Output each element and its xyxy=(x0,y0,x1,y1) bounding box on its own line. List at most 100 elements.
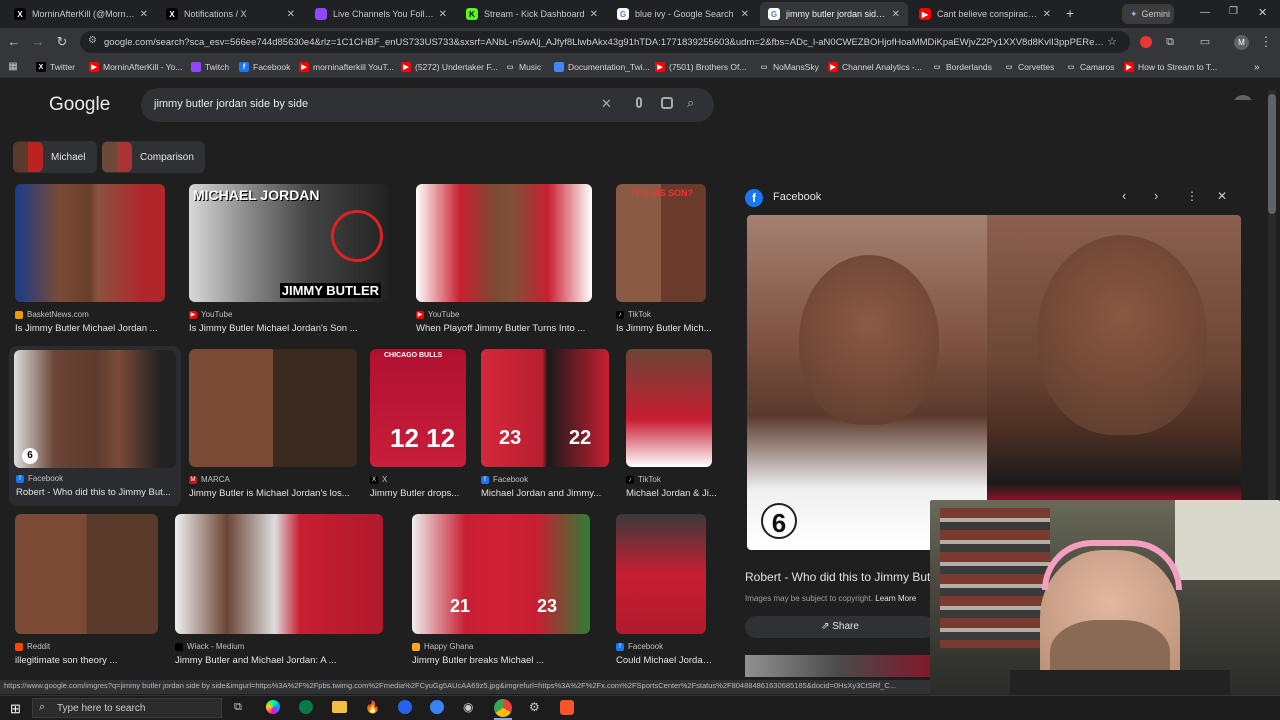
app-blue-icon[interactable] xyxy=(430,700,444,714)
bookmark-camaros[interactable]: ▭ Camaros xyxy=(1066,60,1115,74)
bookmark-morninafterkill-youtube[interactable]: ▶ morninafterkill YouT... xyxy=(299,60,394,74)
bookmark-star-icon[interactable]: ☆ xyxy=(1104,34,1120,50)
search-query[interactable]: jimmy butler jordan side by side xyxy=(154,98,308,110)
result-caption[interactable]: Michael Jordan and Jimmy... xyxy=(481,488,611,499)
close-tab-icon[interactable]: ✕ xyxy=(140,9,148,20)
tab-conspiracy[interactable]: ▶Cant believe conspiracy Bill h✕ xyxy=(911,2,1059,26)
extensions-icon[interactable]: ⧉ xyxy=(1162,34,1178,50)
image-result[interactable]: ▶ YouTube When Playoff Jimmy Butler Turns… xyxy=(416,184,596,334)
result-thumbnail[interactable]: CHICAGO BULLS 12 12 xyxy=(370,349,466,467)
more-options-icon[interactable]: ⋮ xyxy=(1186,189,1198,203)
image-result[interactable]: BasketNews.com Is Jimmy Butler Michael J… xyxy=(15,184,165,334)
result-thumbnail[interactable] xyxy=(175,514,383,634)
apps-icon[interactable]: ▦ xyxy=(5,59,21,75)
image-result[interactable]: f Facebook Could Michael Jordan ... xyxy=(616,514,716,666)
image-result[interactable]: Reddit illegitimate son theory ... xyxy=(15,514,165,666)
image-result[interactable]: 23 22 f Facebook Michael Jordan and Jimmy… xyxy=(481,349,611,499)
lens-icon[interactable] xyxy=(661,97,673,109)
google-logo[interactable]: Google xyxy=(49,94,110,116)
task-view-icon[interactable]: ⧉ xyxy=(234,701,242,714)
back-icon[interactable]: ← xyxy=(6,34,22,50)
result-thumbnail[interactable] xyxy=(15,184,165,302)
result-thumbnail[interactable]: 23 22 xyxy=(481,349,609,467)
close-tab-icon[interactable]: ✕ xyxy=(1043,9,1051,20)
app-flame-icon[interactable]: 🔥 xyxy=(365,700,380,714)
image-result[interactable]: ♪ TikTok Michael Jordan & Ji... xyxy=(626,349,718,499)
close-tab-icon[interactable]: ✕ xyxy=(439,9,447,20)
result-caption[interactable]: Jimmy Butler drops... xyxy=(370,488,470,499)
tab-kick[interactable]: K Stream - Kick Dashboard ✕ xyxy=(458,2,606,26)
result-thumbnail[interactable]: 6 xyxy=(14,350,176,468)
lens-search-icon[interactable]: ⊙ xyxy=(751,525,762,541)
forward-icon[interactable]: → xyxy=(30,34,46,50)
close-tab-icon[interactable]: ✕ xyxy=(741,9,749,20)
site-info-icon[interactable]: ⚙ xyxy=(88,35,97,46)
image-result[interactable]: Wiack - Medium Jimmy Butler and Michael … xyxy=(175,514,385,666)
result-caption[interactable]: Robert - Who did this to Jimmy But... xyxy=(16,487,178,498)
close-window-button[interactable]: ✕ xyxy=(1258,6,1267,19)
bookmarks-overflow-icon[interactable]: » xyxy=(1254,60,1260,74)
new-tab-button[interactable]: + xyxy=(1066,5,1074,21)
result-thumbnail[interactable] xyxy=(15,514,158,634)
next-image-icon[interactable]: › xyxy=(1154,188,1158,203)
tab-notifications[interactable]: X Notifications / X ✕ xyxy=(158,2,303,26)
panel-source-link[interactable]: Facebook xyxy=(773,191,821,203)
file-explorer-icon[interactable] xyxy=(332,701,347,713)
bookmark-facebook[interactable]: f Facebook xyxy=(239,60,290,74)
image-result[interactable]: M MARCA Jimmy Butler is Michael Jordan's … xyxy=(189,349,359,499)
bookmark-twitter[interactable]: X Twitter xyxy=(36,60,75,74)
result-caption[interactable]: Jimmy Butler and Michael Jordan: A ... xyxy=(175,655,385,666)
result-caption[interactable]: When Playoff Jimmy Butler Turns Into ... xyxy=(416,323,596,334)
panel-title[interactable]: Robert - Who did this to Jimmy Butl xyxy=(745,570,935,584)
taskbar-search-box[interactable]: ⌕ Type here to search xyxy=(32,698,222,718)
settings-icon[interactable]: ⚙ xyxy=(529,700,540,714)
bookmark-borderlands[interactable]: ▭ Borderlands xyxy=(932,60,992,74)
chrome-icon[interactable] xyxy=(494,699,512,717)
close-panel-icon[interactable]: ✕ xyxy=(1217,189,1227,203)
address-bar[interactable]: ⚙ google.com/search?sca_esv=566ee744d856… xyxy=(80,31,1130,53)
bookmark-how-to-stream[interactable]: ▶ How to Stream to T... xyxy=(1124,60,1217,74)
gemini-button[interactable]: ✦ Gemini xyxy=(1122,4,1174,24)
result-caption[interactable]: Jimmy Butler is Michael Jordan's los... xyxy=(189,488,359,499)
menu-icon[interactable]: ⋮ xyxy=(1258,34,1274,50)
sidepanel-icon[interactable]: ▭ xyxy=(1197,34,1213,50)
result-thumbnail[interactable] xyxy=(416,184,592,302)
clear-search-icon[interactable]: ✕ xyxy=(601,96,612,112)
windows-start-icon[interactable]: ⊞ xyxy=(10,701,21,717)
result-thumbnail[interactable] xyxy=(616,514,706,634)
bookmark-undertaker[interactable]: ▶ (5272) Undertaker F... xyxy=(401,60,498,74)
image-result[interactable]: 21 23 Happy Ghana Jimmy Butler breaks Mi… xyxy=(412,514,592,666)
reload-icon[interactable]: ↻ xyxy=(54,34,70,50)
xbox-icon[interactable] xyxy=(299,700,313,714)
bookmark-channel-analytics[interactable]: ▶ Channel Analytics -... xyxy=(828,60,922,74)
bookmark-morninafterkill-yt[interactable]: ▶ MorninAfterKill - Yo... xyxy=(89,60,182,74)
brave-icon[interactable] xyxy=(560,700,574,715)
bookmark-nomanssky[interactable]: ▭ NoMansSky xyxy=(759,60,819,74)
learn-more-link[interactable]: Learn More xyxy=(875,594,916,603)
close-tab-icon[interactable]: ✕ xyxy=(287,9,295,20)
related-images-strip[interactable] xyxy=(745,655,935,677)
obs-icon[interactable]: ◉ xyxy=(463,700,473,714)
bookmark-documentation[interactable]: Documentation_Twi... xyxy=(554,60,650,74)
tab-morninafterkill[interactable]: XMorninAfterKill (@MorninAft...✕ xyxy=(6,2,156,26)
extension-red-icon[interactable] xyxy=(1140,36,1152,48)
profile-avatar[interactable]: M xyxy=(1234,35,1249,50)
result-caption[interactable]: Is Jimmy Butler Mich... xyxy=(616,323,716,334)
minimize-button[interactable]: — xyxy=(1200,7,1210,18)
bookmark-brothers[interactable]: ▶ (7501) Brothers Of... xyxy=(655,60,746,74)
previous-image-icon[interactable]: ‹ xyxy=(1122,188,1126,203)
copilot-icon[interactable] xyxy=(266,700,280,714)
search-bar[interactable]: jimmy butler jordan side by side ✕ ⌕ xyxy=(141,88,714,122)
image-result[interactable]: CHICAGO BULLS 12 12 XX Jimmy Butler drop… xyxy=(370,349,470,499)
chip-comparison[interactable]: Comparison xyxy=(102,141,205,173)
image-result[interactable]: IT'S HIS SON? ♪ TikTok Is Jimmy Butler Mi… xyxy=(616,184,716,334)
share-button[interactable]: ⇗ Share xyxy=(745,616,935,638)
result-caption[interactable]: Could Michael Jordan ... xyxy=(616,655,716,666)
result-thumbnail[interactable]: 21 23 xyxy=(412,514,590,634)
tab-twitch[interactable]: Live Channels You Follow - Tw✕ xyxy=(307,2,455,26)
steam-icon[interactable] xyxy=(398,700,412,714)
result-caption[interactable]: illegitimate son theory ... xyxy=(15,655,165,666)
result-thumbnail[interactable] xyxy=(626,349,712,467)
result-caption[interactable]: Is Jimmy Butler Michael Jordan's Son ... xyxy=(189,323,389,334)
close-tab-icon[interactable]: ✕ xyxy=(590,9,598,20)
